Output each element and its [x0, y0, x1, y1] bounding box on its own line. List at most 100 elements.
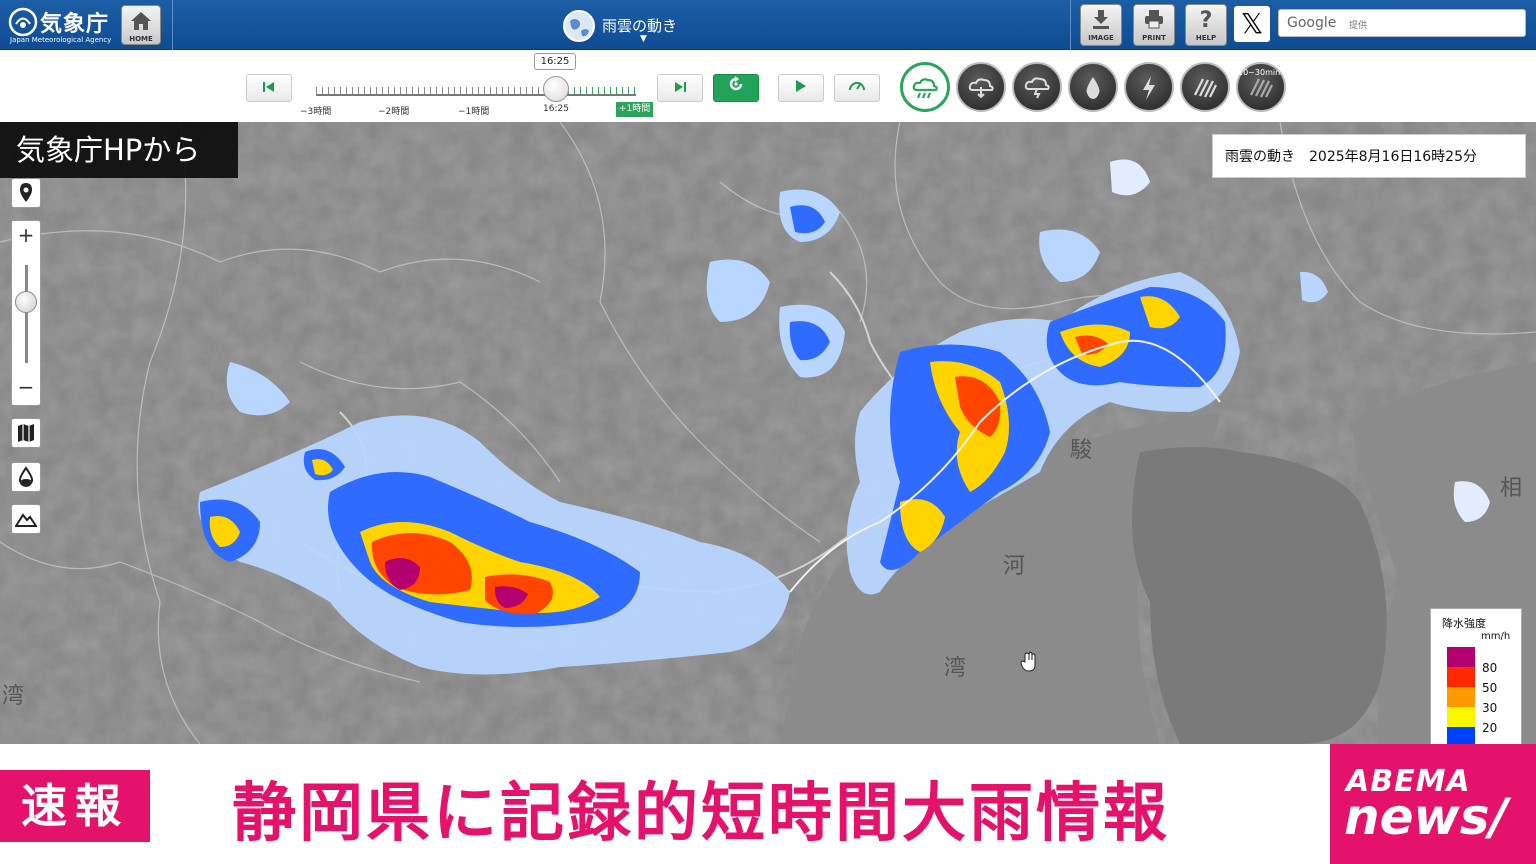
agency-name-jp: 気象庁 — [40, 12, 110, 37]
x-logo-icon: 𝕏 — [1240, 7, 1264, 40]
reload-icon — [729, 76, 743, 91]
brand-line-2: news/ — [1344, 788, 1508, 846]
zoom-out-button[interactable]: − — [12, 375, 40, 399]
legend-swatch — [1447, 647, 1475, 667]
time-label: −3時間 — [300, 107, 332, 117]
zoom-in-button[interactable]: + — [12, 223, 40, 247]
mountain-icon — [14, 513, 38, 527]
cloud-thunder-layer-button[interactable] — [1012, 62, 1062, 112]
jma-emblem-icon — [8, 7, 38, 37]
place-label: 駿 — [1070, 438, 1093, 463]
current-time-bubble: 16:25 — [534, 53, 576, 70]
legend-swatch — [1447, 727, 1475, 744]
image-label: IMAGE — [1088, 34, 1114, 42]
location-pin-icon — [20, 183, 32, 202]
app-header: 気象庁 Japan Meteorological Agency HOME 雨雲の… — [0, 0, 1536, 50]
help-label: HELP — [1195, 34, 1217, 42]
speedometer-icon — [849, 82, 865, 91]
help-icon: ? — [1200, 8, 1213, 33]
lightning-icon — [1143, 76, 1155, 100]
legend-title: 降水強度 — [1442, 617, 1486, 630]
cloud-rain-icon — [968, 78, 994, 99]
water-drop-icon — [18, 466, 34, 488]
breaking-news-badge: 速報 — [0, 770, 150, 842]
zoom-track[interactable] — [25, 265, 28, 363]
hand-cursor-icon — [1020, 652, 1036, 672]
location-button[interactable] — [11, 178, 41, 208]
place-label: 湾 — [944, 656, 967, 681]
speed-button[interactable] — [834, 74, 880, 102]
water-drop-layer-button[interactable] — [1068, 62, 1118, 112]
skip-forward-icon — [675, 82, 686, 92]
place-label: 河 — [1003, 554, 1026, 579]
timeline-track[interactable] — [316, 94, 636, 96]
rain-layer-toggle[interactable] — [11, 462, 41, 492]
google-search-input[interactable]: Google 提供 — [1278, 9, 1526, 37]
help-button[interactable]: ? HELP — [1185, 4, 1227, 46]
rain-density-icon — [1194, 78, 1217, 98]
legend-value: 20 — [1482, 721, 1498, 735]
header-divider — [1070, 0, 1071, 50]
rain-density-layer-button[interactable] — [1180, 62, 1230, 112]
water-drop-icon — [1086, 77, 1100, 99]
zoom-slider-handle[interactable] — [15, 291, 37, 313]
timeline-slider-handle[interactable] — [543, 76, 569, 102]
news-caption-bar: 速報 静岡県に記録的短時間大雨情報 ABEMA news/ — [0, 744, 1536, 864]
skip-back-icon — [263, 82, 274, 92]
forecast-range-label: +1時間 — [616, 102, 654, 117]
precipitation-legend: 降水強度 mm/h 80 50 30 20 — [1430, 608, 1522, 744]
observation-timestamp: 雨雲の動き 2025年8月16日16時25分 — [1212, 134, 1526, 178]
image-button[interactable]: IMAGE — [1080, 4, 1122, 46]
abema-news-logo: ABEMA news/ — [1330, 744, 1536, 864]
print-label: PRINT — [1142, 34, 1166, 42]
zoom-control: + − — [11, 220, 41, 406]
home-label: HOME — [129, 35, 153, 43]
terrain-toggle[interactable] — [11, 504, 41, 534]
radar-map[interactable]: 気象庁HPから + − 雨雲の動き 2025年8月16日16時25分 駿 河 湾… — [0, 122, 1536, 744]
print-button[interactable]: PRINT — [1133, 4, 1175, 46]
search-provider-note: 提供 — [1349, 21, 1368, 31]
time-label: −2時間 — [378, 107, 410, 117]
chevron-down-icon: ▼ — [640, 34, 647, 44]
lightning-layer-button[interactable] — [1124, 62, 1174, 112]
jma-logo[interactable]: 気象庁 Japan Meteorological Agency — [8, 5, 118, 45]
legend-unit: mm/h — [1481, 631, 1511, 642]
legend-value: 30 — [1482, 701, 1498, 715]
cloud-rain-layer-button[interactable] — [956, 62, 1006, 112]
legend-swatch — [1447, 667, 1475, 687]
legend-swatch — [1447, 687, 1475, 707]
page-title: 雨雲の動き — [602, 17, 678, 35]
svg-text:?: ? — [1200, 8, 1213, 30]
timeline-bar: 16:25 −3時間 −2時間 −1時間 16:25 +1時間 10~30min — [0, 50, 1536, 122]
play-button[interactable] — [778, 74, 824, 102]
search-brand: Google — [1287, 15, 1337, 31]
play-icon — [796, 80, 806, 92]
place-label: 湾 — [2, 684, 25, 709]
header-divider — [172, 0, 173, 50]
x-share-button[interactable]: 𝕏 — [1234, 6, 1270, 42]
time-label: 16:25 — [543, 104, 569, 114]
forecast-layer-label: 10~30min — [1238, 68, 1281, 77]
rain-cloud-icon — [912, 78, 938, 99]
page-title-dropdown[interactable]: 雨雲の動き ▼ — [560, 6, 720, 46]
reload-button[interactable] — [713, 74, 759, 102]
agency-name-en: Japan Meteorological Agency — [10, 36, 112, 44]
home-button[interactable]: HOME — [121, 5, 161, 45]
skip-back-button[interactable] — [246, 74, 292, 102]
rain-forecast-icon — [1250, 78, 1273, 98]
map-icon — [18, 424, 34, 442]
globe-icon — [563, 10, 595, 42]
source-label: 気象庁HPから — [0, 122, 238, 178]
rain-cloud-layer-button[interactable] — [900, 62, 950, 112]
map-style-button[interactable] — [11, 418, 41, 448]
skip-forward-button[interactable] — [657, 74, 703, 102]
news-headline: 静岡県に記録的短時間大雨情報 — [232, 777, 1170, 851]
download-icon — [1093, 10, 1109, 29]
legend-value: 80 — [1482, 661, 1498, 675]
time-label: −1時間 — [458, 107, 490, 117]
terrain-map — [0, 122, 1536, 744]
legend-swatch — [1447, 707, 1475, 727]
place-label: 相 — [1500, 476, 1523, 501]
home-icon — [131, 12, 151, 30]
legend-value: 50 — [1482, 681, 1498, 695]
